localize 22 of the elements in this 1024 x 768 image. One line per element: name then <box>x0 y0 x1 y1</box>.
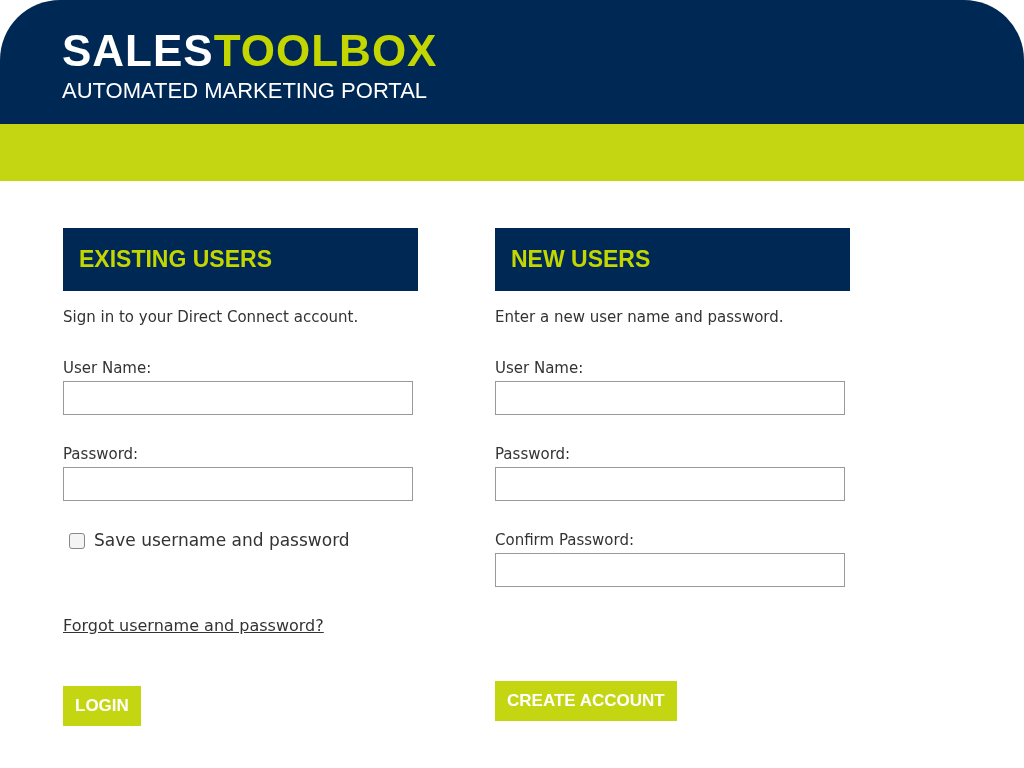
section-title: NEW USERS <box>511 245 651 275</box>
field-label: User Name: <box>495 358 584 378</box>
checkbox[interactable] <box>69 532 85 549</box>
intro-text: Sign in to your Direct Connect account. <box>63 307 359 327</box>
logo-tagline: AUTOMATED MARKETING PORTAL <box>62 78 428 104</box>
field-label: User Name: <box>63 358 152 378</box>
checkbox-label: Save username and password <box>94 529 350 552</box>
field-label: Password: <box>495 444 571 464</box>
input-field[interactable] <box>495 381 845 415</box>
field-label: Confirm Password: <box>495 530 634 550</box>
input-field[interactable] <box>63 381 413 415</box>
create-account-button[interactable]: CREATE ACCOUNT <box>495 681 677 721</box>
logo-text: TOOLBOX <box>213 30 438 72</box>
input-field[interactable] <box>495 467 845 501</box>
intro-text: Enter a new user name and password. <box>495 307 784 327</box>
input-field[interactable] <box>495 553 845 587</box>
field-label: Password: <box>63 444 139 464</box>
login-button[interactable]: LOGIN <box>63 685 141 726</box>
logo-text: SALES <box>62 30 214 72</box>
input-field[interactable] <box>63 467 413 501</box>
section-title: EXISTING USERS <box>79 245 272 275</box>
forgot-link[interactable]: Forgot username and password? <box>63 613 324 638</box>
